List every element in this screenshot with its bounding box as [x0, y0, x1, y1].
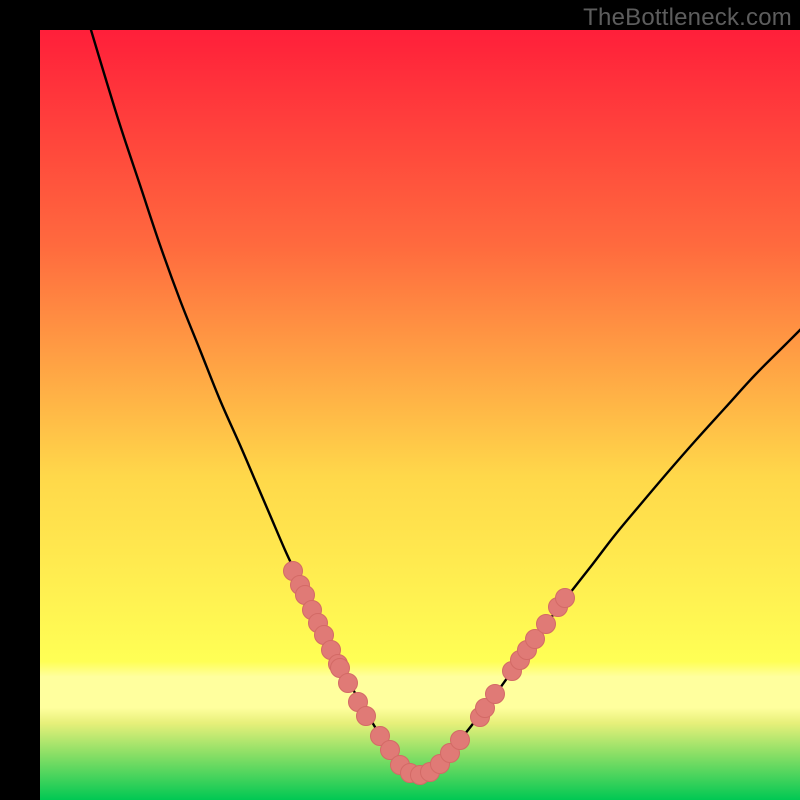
watermark-text: TheBottleneck.com: [583, 4, 792, 32]
plot-area: [40, 30, 800, 800]
gradient-background: [40, 30, 800, 800]
data-marker: [451, 731, 470, 750]
plot-svg: [40, 30, 800, 800]
data-marker: [537, 615, 556, 634]
data-marker: [339, 674, 358, 693]
chart-frame: TheBottleneck.com: [0, 0, 800, 800]
data-marker: [486, 685, 505, 704]
data-marker: [357, 707, 376, 726]
data-marker: [556, 589, 575, 608]
